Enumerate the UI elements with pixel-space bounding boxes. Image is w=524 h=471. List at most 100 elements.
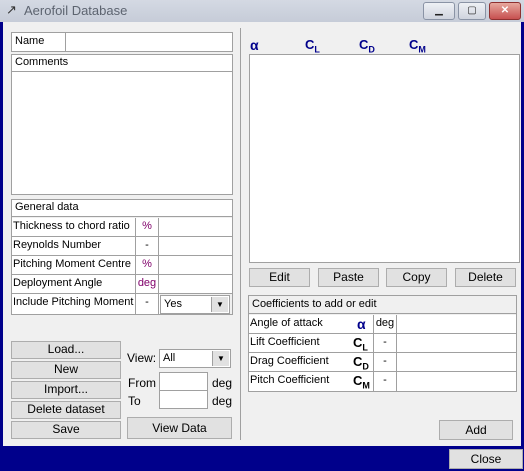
select-value: Yes xyxy=(164,298,182,310)
to-label: To xyxy=(128,394,141,408)
row-thickness: Thickness to chord ratio % xyxy=(12,218,232,237)
add-button[interactable]: Add xyxy=(439,420,513,440)
coeff-symbol: CM xyxy=(353,373,370,391)
save-button[interactable]: Save xyxy=(11,421,121,439)
row-label: Reynolds Number xyxy=(13,239,102,251)
coefficient-data-list[interactable] xyxy=(249,54,520,263)
pitch-input[interactable] xyxy=(398,372,516,391)
drag-input[interactable] xyxy=(398,353,516,371)
close-button[interactable]: Close xyxy=(449,449,523,469)
import-label: Import... xyxy=(43,382,88,396)
load-button[interactable]: Load... xyxy=(11,341,121,359)
view-select[interactable]: All ▼ xyxy=(159,349,231,368)
close-window-button[interactable]: ✕ xyxy=(489,2,521,20)
comments-label: Comments xyxy=(15,56,69,68)
unit-text: % xyxy=(142,258,152,270)
minimize-button[interactable]: ▁ xyxy=(423,2,455,20)
coefficients-title: Coefficients to add or edit xyxy=(252,298,377,310)
coeff-label: Pitch Coefficient xyxy=(250,374,330,386)
alpha-header: α xyxy=(250,37,259,53)
new-label: New xyxy=(53,362,78,376)
view-data-label: View Data xyxy=(152,421,207,435)
coeff-unit: deg xyxy=(373,315,397,333)
cm-symbol: C xyxy=(409,37,419,52)
unit-text: - xyxy=(145,296,149,308)
window-title: Aerofoil Database xyxy=(24,3,128,18)
cd-symbol: C xyxy=(359,37,369,52)
cl-symbol: C xyxy=(305,37,315,52)
delete-button[interactable]: Delete xyxy=(455,268,516,287)
save-label: Save xyxy=(52,422,80,436)
new-button[interactable]: New xyxy=(11,361,121,379)
import-button[interactable]: Import... xyxy=(11,381,121,399)
row-deployment: Deployment Angle deg xyxy=(12,275,232,294)
cd-header: CD xyxy=(359,37,375,55)
general-data-header: General data xyxy=(12,200,232,217)
coeff-sym-sub: D xyxy=(362,361,369,372)
coeff-label: Angle of attack xyxy=(250,317,323,329)
alpha-input[interactable] xyxy=(398,315,516,333)
include-pitching-select[interactable]: Yes ▼ xyxy=(160,295,230,314)
coeff-symbol: α xyxy=(357,316,366,332)
coeff-row-lift: Lift Coefficient CL - xyxy=(249,334,516,353)
edit-button[interactable]: Edit xyxy=(249,268,310,287)
comments-box: Comments xyxy=(11,54,233,195)
delete-dataset-button[interactable]: Delete dataset xyxy=(11,401,121,419)
coeff-symbol: CL xyxy=(353,335,368,353)
coeff-sym-sub: M xyxy=(362,380,370,391)
coeff-unit: - xyxy=(373,372,397,391)
row-label: Pitching Moment Centre xyxy=(13,258,131,270)
paste-label: Paste xyxy=(333,270,364,284)
lift-input[interactable] xyxy=(398,334,516,352)
view-data-button[interactable]: View Data xyxy=(127,417,232,439)
to-input[interactable] xyxy=(159,390,208,409)
reynolds-input[interactable] xyxy=(160,237,232,255)
cm-header: CM xyxy=(409,37,426,55)
thickness-input[interactable] xyxy=(160,218,232,236)
coeff-unit-text: - xyxy=(383,355,387,367)
row-reynolds: Reynolds Number - xyxy=(12,237,232,256)
deployment-input[interactable] xyxy=(160,275,232,293)
coeff-unit-text: deg xyxy=(375,317,395,329)
comments-textarea[interactable] xyxy=(12,73,232,194)
row-label: Thickness to chord ratio xyxy=(13,220,130,232)
coeff-unit-text: - xyxy=(383,336,387,348)
title-bar: ↗ Aerofoil Database ▁ ▢ ✕ xyxy=(0,0,524,22)
coeff-sym-char: C xyxy=(353,373,363,388)
name-row: Name xyxy=(11,32,233,52)
coeff-unit-text: - xyxy=(383,374,387,386)
add-label: Add xyxy=(465,423,487,437)
pane-divider xyxy=(240,28,241,440)
maximize-button[interactable]: ▢ xyxy=(458,2,486,20)
bottom-bar: Close xyxy=(0,446,524,471)
close-label: Close xyxy=(470,452,502,466)
row-unit: - xyxy=(135,294,159,314)
to-unit: deg xyxy=(212,394,233,408)
cl-header: CL xyxy=(305,37,320,55)
comments-header: Comments xyxy=(12,55,232,72)
coeff-row-alpha: Angle of attack α deg xyxy=(249,315,516,334)
app-icon: ↗ xyxy=(6,2,17,17)
row-pitching-centre: Pitching Moment Centre % xyxy=(12,256,232,275)
row-include-pitching: Include Pitching Moment - xyxy=(12,294,160,314)
delete-dataset-label: Delete dataset xyxy=(27,402,105,416)
unit-text: - xyxy=(145,239,149,251)
coeff-row-pitch: Pitch Coefficient CM - xyxy=(249,372,516,391)
coeff-label: Lift Coefficient xyxy=(250,336,320,348)
coeff-sym-char: C xyxy=(353,354,363,369)
name-input[interactable] xyxy=(66,33,232,51)
row-unit: % xyxy=(135,256,159,274)
general-data-title: General data xyxy=(15,201,79,213)
paste-button[interactable]: Paste xyxy=(318,268,379,287)
from-label: From xyxy=(128,376,156,390)
edit-label: Edit xyxy=(269,270,290,284)
row-label: Deployment Angle xyxy=(13,277,103,289)
coeff-unit: - xyxy=(373,353,397,371)
row-unit: - xyxy=(135,237,159,255)
from-input[interactable] xyxy=(159,372,208,391)
pitching-centre-input[interactable] xyxy=(160,256,232,274)
name-label: Name xyxy=(15,35,45,47)
copy-button[interactable]: Copy xyxy=(386,268,447,287)
row-label: Include Pitching Moment xyxy=(13,296,134,308)
coeff-unit: - xyxy=(373,334,397,352)
